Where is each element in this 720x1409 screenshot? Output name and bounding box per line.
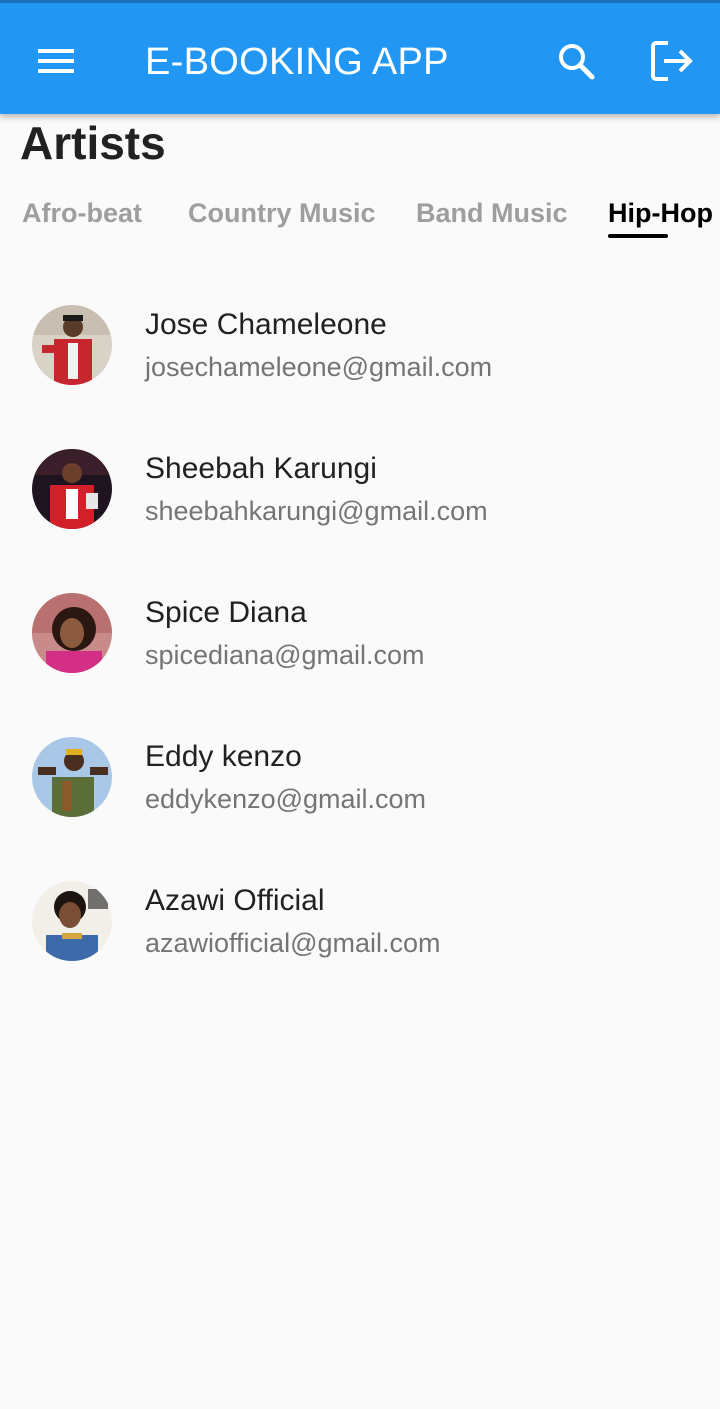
artist-name: Spice Diana [145, 596, 307, 629]
avatar [32, 881, 112, 961]
artist-name: Azawi Official [145, 884, 325, 917]
avatar [32, 449, 112, 529]
artist-list-item[interactable]: Spice Diana spicediana@gmail.com [0, 574, 720, 718]
artist-email: sheebahkarungi@gmail.com [145, 496, 488, 526]
avatar [32, 593, 112, 673]
artist-email: spicediana@gmail.com [145, 640, 425, 670]
artist-email: eddykenzo@gmail.com [145, 784, 427, 814]
artist-list-item[interactable]: Eddy kenzo eddykenzo@gmail.com [0, 718, 720, 862]
artist-list-item[interactable]: Azawi Official azawiofficial@gmail.com [0, 862, 720, 1006]
artist-name: Jose Chameleone [145, 308, 387, 341]
menu-button[interactable] [28, 37, 84, 87]
app-title: E-BOOKING APP [145, 41, 449, 83]
search-button[interactable] [548, 33, 604, 89]
tab-hip-hop[interactable]: Hip-Hop [608, 198, 713, 229]
artist-email: azawiofficial@gmail.com [145, 928, 441, 958]
avatar [32, 737, 112, 817]
tab-band-music[interactable]: Band Music [416, 198, 568, 229]
page-title: Artists [20, 117, 166, 169]
artist-name: Sheebah Karungi [145, 452, 377, 485]
logout-icon [651, 41, 693, 81]
artist-email: josechameleone@gmail.com [145, 352, 493, 382]
genre-tabs: Afro-beat Country Music Band Music Hip-H… [0, 190, 720, 246]
tab-country-music[interactable]: Country Music [188, 198, 376, 229]
tab-afro-beat[interactable]: Afro-beat [22, 198, 142, 229]
active-tab-indicator [608, 234, 668, 238]
artist-list-item[interactable]: Jose Chameleone josechameleone@gmail.com [0, 286, 720, 430]
avatar [32, 305, 112, 385]
artist-name: Eddy kenzo [145, 740, 302, 773]
logout-button[interactable] [642, 33, 702, 89]
artist-list-item[interactable]: Sheebah Karungi sheebahkarungi@gmail.com [0, 430, 720, 574]
search-icon [559, 44, 595, 80]
artist-list: Jose Chameleone josechameleone@gmail.com… [0, 286, 720, 1006]
hamburger-menu-icon [38, 49, 74, 73]
app-bar: E-BOOKING APP [0, 0, 720, 114]
